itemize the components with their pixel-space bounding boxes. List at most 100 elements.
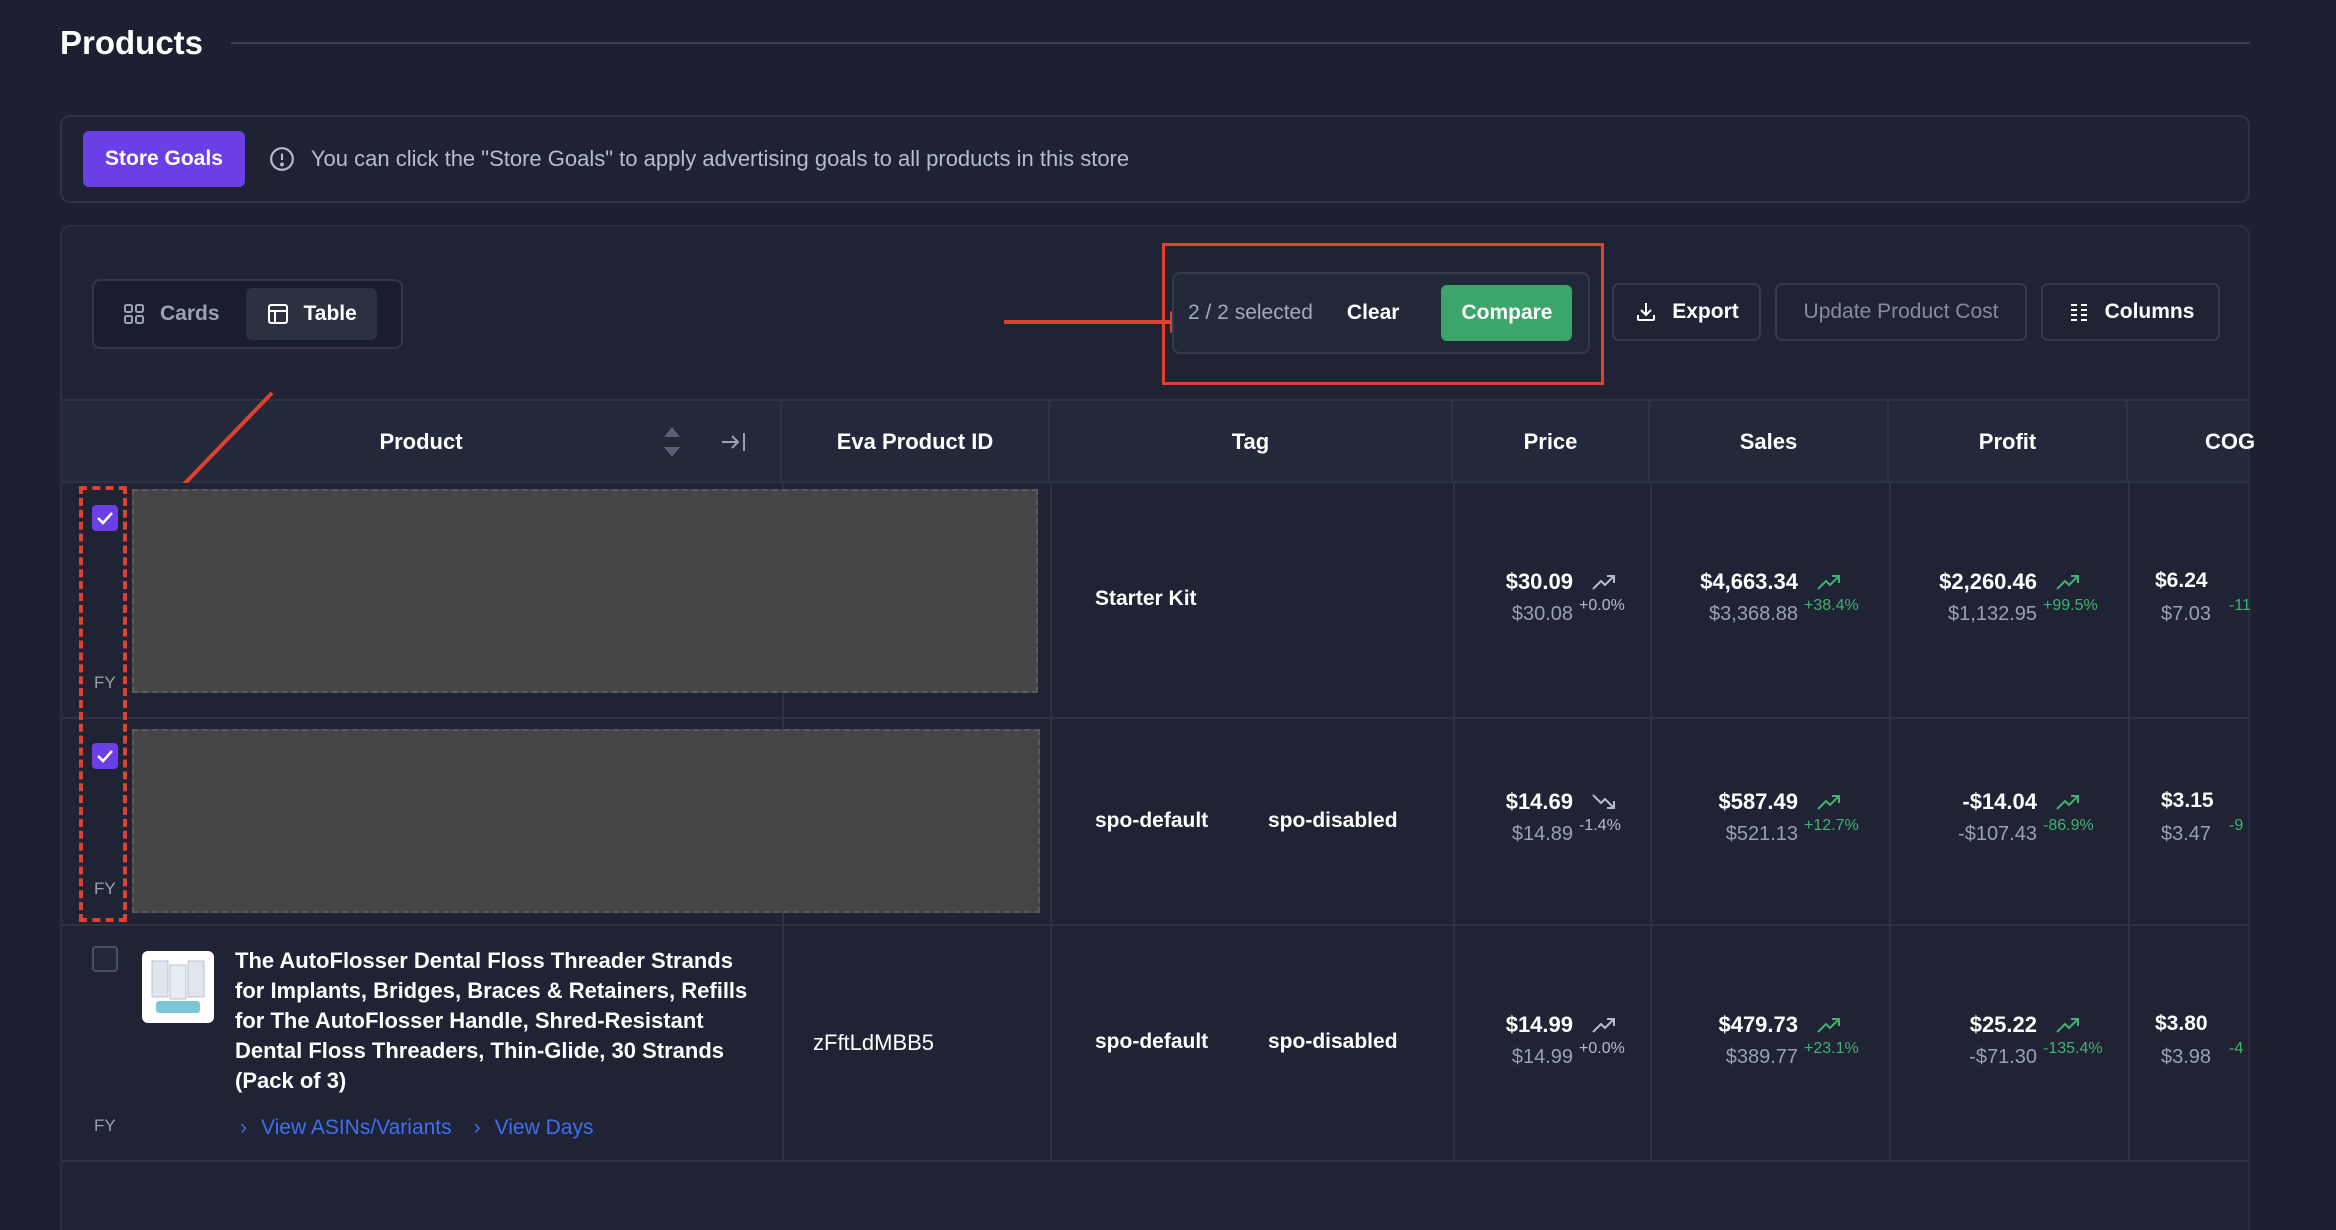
store-goals-button[interactable]: Store Goals	[83, 131, 245, 187]
cog-value: $6.24	[2155, 569, 2208, 592]
cog-value: $3.15	[2161, 789, 2214, 812]
table-view-label: Table	[303, 302, 357, 325]
trend-up-icon	[1817, 1018, 1840, 1033]
trend-up-icon	[1592, 575, 1615, 590]
sales-value: $587.49	[1718, 789, 1798, 814]
price-delta: +0.0%	[1579, 597, 1625, 614]
price-header-label: Price	[1523, 429, 1578, 454]
pin-column-icon[interactable]	[720, 429, 748, 455]
table-view-button[interactable]: Table	[245, 288, 377, 340]
view-days-link[interactable]: › View Days	[474, 1116, 594, 1140]
selection-count: 2 / 2 selected	[1188, 301, 1313, 324]
view-toggle: Cards Table	[92, 279, 403, 349]
columns-button[interactable]: Columns	[2041, 283, 2220, 341]
sales-delta: +23.1%	[1804, 1040, 1859, 1057]
price-cell: $30.09 $30.08 +0.0%	[1467, 569, 1637, 639]
profit-header-label: Profit	[1978, 429, 2037, 454]
column-header-profit[interactable]: Profit	[1889, 401, 2128, 483]
sales-value: $4,663.34	[1700, 569, 1798, 594]
columns-label: Columns	[2104, 300, 2195, 323]
cog-previous: $3.47	[2161, 823, 2212, 845]
profit-previous: $1,132.95	[1948, 603, 2037, 625]
fy-label: FY	[94, 1116, 116, 1135]
table-row[interactable]: FY The AutoFlosser Dental Floss Threader…	[62, 926, 2248, 1162]
eva-product-id: zFftLdMBB5	[813, 1030, 935, 1055]
cog-delta: -9	[2229, 817, 2244, 834]
profit-value: $2,260.46	[1939, 569, 2037, 594]
profit-cell: -$14.04 -$107.43 -86.9%	[1931, 789, 2101, 859]
view-asins-label: View ASINs/Variants	[261, 1116, 452, 1139]
chevron-right-icon: ›	[240, 1116, 247, 1139]
tag-chip[interactable]: Starter Kit	[1095, 587, 1197, 611]
profit-delta: -135.4%	[2043, 1040, 2103, 1057]
cog-header-label: COG	[2205, 429, 2256, 454]
columns-icon	[2070, 304, 2087, 321]
price-cell: $14.99 $14.99 +0.0%	[1467, 1012, 1637, 1082]
table-row[interactable]: FY Starter Kit $30.09 $30.08 +0.0% $4,66…	[62, 483, 2251, 719]
profit-value: -$14.04	[1962, 789, 2037, 814]
product-image-icon	[151, 960, 205, 1013]
product-title[interactable]: The AutoFlosser Dental Floss Threader St…	[235, 946, 755, 1096]
tag-chip[interactable]: spo-default	[1095, 1030, 1208, 1054]
sales-cell: $587.49 $521.13 +12.7%	[1692, 789, 1862, 859]
table-header: Product Eva Product ID Tag Price Sales P…	[62, 399, 2255, 483]
profit-previous: -$107.43	[1958, 823, 2037, 845]
cog-delta: -11	[2229, 597, 2251, 614]
sales-cell: $4,663.34 $3,368.88 +38.4%	[1692, 569, 1862, 639]
column-header-eva-id[interactable]: Eva Product ID	[782, 401, 1050, 483]
profit-cell: $25.22 -$71.30 -135.4%	[1931, 1012, 2103, 1082]
cog-value: $3.80	[2155, 1012, 2208, 1035]
price-previous: $14.89	[1511, 823, 1573, 845]
clear-selection-button[interactable]: Clear	[1347, 301, 1400, 325]
trend-up-icon	[2056, 575, 2079, 590]
profit-cell: $2,260.46 $1,132.95 +99.5%	[1931, 569, 2101, 639]
profit-delta: +99.5%	[2043, 597, 2098, 614]
cog-previous: $3.98	[2161, 1046, 2212, 1068]
sales-header-label: Sales	[1739, 429, 1798, 454]
tag-chip[interactable]: spo-disabled	[1268, 809, 1398, 833]
export-button[interactable]: Export	[1612, 283, 1761, 341]
cog-delta: -4	[2229, 1040, 2244, 1057]
cards-view-button[interactable]: Cards	[102, 288, 240, 340]
store-goals-banner: Store Goals You can click the "Store Goa…	[60, 115, 2250, 203]
compare-button[interactable]: Compare	[1441, 285, 1573, 341]
trend-down-icon	[1592, 794, 1615, 809]
column-header-cog[interactable]: COG	[2128, 401, 2255, 483]
price-delta: -1.4%	[1579, 817, 1621, 834]
tag-header-label: Tag	[1231, 429, 1270, 454]
update-product-cost-button[interactable]: Update Product Cost	[1775, 283, 2027, 341]
trend-up-icon	[2056, 795, 2079, 810]
eva-id-header-label: Eva Product ID	[836, 429, 994, 454]
column-header-sales[interactable]: Sales	[1650, 401, 1889, 483]
export-label: Export	[1672, 300, 1739, 323]
store-goals-message: You can click the "Store Goals" to apply…	[310, 146, 1130, 171]
redacted-product-info	[132, 489, 1038, 693]
price-previous: $14.99	[1511, 1046, 1573, 1068]
sales-previous: $521.13	[1725, 823, 1798, 845]
tag-chip[interactable]: spo-disabled	[1268, 1030, 1398, 1054]
view-days-label: View Days	[494, 1116, 594, 1139]
selection-bar: 2 / 2 selected Clear Compare	[1172, 272, 1590, 354]
table-row[interactable]: FY spo-default spo-disabled $14.69 $14.8…	[62, 719, 2248, 926]
product-header-label: Product	[379, 429, 463, 454]
price-cell: $14.69 $14.89 -1.4%	[1467, 789, 1637, 859]
products-panel: Cards Table 2 / 2 selected Clear Compare…	[60, 225, 2255, 1230]
sales-delta: +12.7%	[1804, 817, 1859, 834]
view-asins-link[interactable]: › View ASINs/Variants	[240, 1116, 452, 1140]
product-links: › View ASINs/Variants › View Days	[240, 1116, 593, 1140]
tag-chip[interactable]: spo-default	[1095, 809, 1208, 833]
profit-value: $25.22	[1969, 1012, 2037, 1037]
title-divider	[231, 42, 2250, 44]
update-product-cost-label: Update Product Cost	[1803, 300, 1999, 323]
row-checkbox[interactable]	[92, 946, 118, 972]
column-header-price[interactable]: Price	[1453, 401, 1650, 483]
trend-up-icon	[2056, 1018, 2079, 1033]
sort-icon[interactable]	[662, 423, 682, 461]
column-header-tag[interactable]: Tag	[1050, 401, 1453, 483]
trend-up-icon	[1817, 795, 1840, 810]
checkbox-column-highlight	[79, 486, 127, 922]
download-icon	[1637, 303, 1656, 321]
sales-cell: $479.73 $389.77 +23.1%	[1692, 1012, 1862, 1082]
trend-up-icon	[1817, 575, 1840, 590]
product-thumbnail[interactable]	[142, 951, 214, 1023]
